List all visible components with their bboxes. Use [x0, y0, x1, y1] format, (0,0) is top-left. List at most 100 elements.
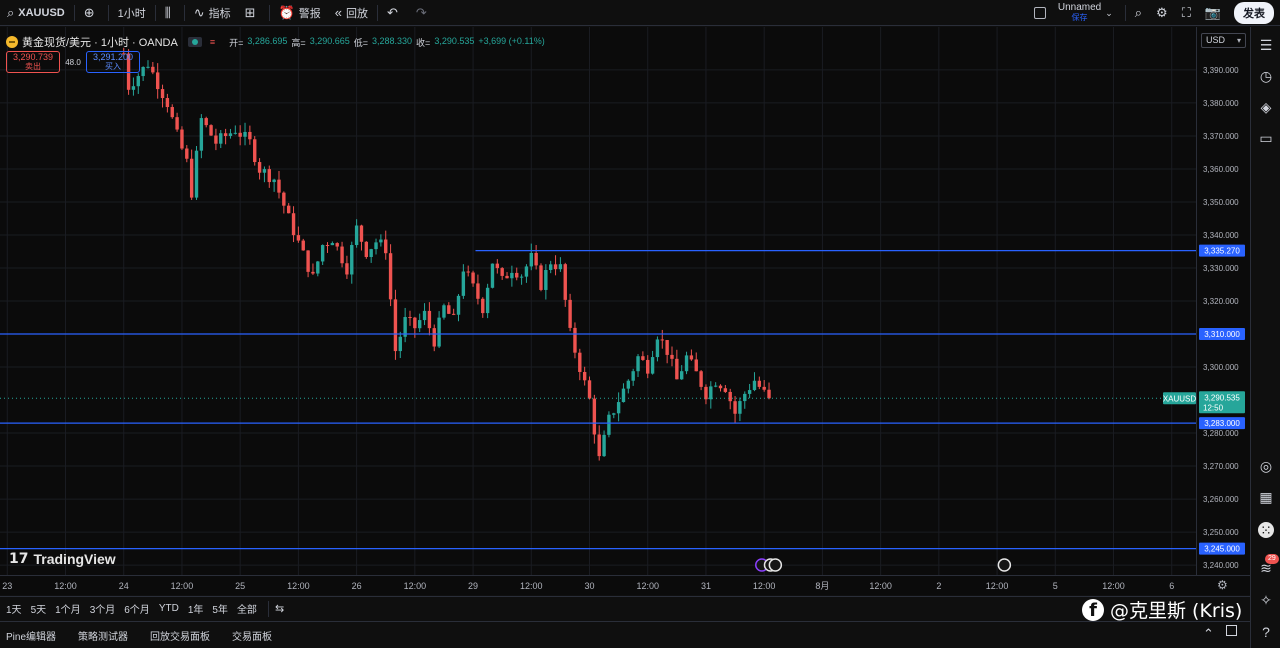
candle	[733, 396, 737, 423]
candle	[393, 289, 398, 360]
candle-body	[679, 371, 684, 380]
candle	[214, 128, 218, 151]
chat-icon[interactable]: ▭	[1258, 130, 1274, 146]
candle	[243, 122, 247, 146]
chevron-down-icon[interactable]: ⌄	[1105, 8, 1113, 19]
range-1y[interactable]: 1年	[188, 601, 204, 616]
chart-pane[interactable]: XAUUSD	[0, 27, 1196, 575]
visibility-toggle-icon[interactable]	[187, 37, 202, 47]
candle	[447, 302, 451, 315]
candle	[379, 234, 383, 247]
watchlist-icon[interactable]: ☰	[1258, 37, 1274, 53]
candle-body	[422, 310, 427, 321]
layout-checkbox[interactable]	[1033, 7, 1046, 19]
layers-icon[interactable]: ◈	[1258, 99, 1274, 115]
candle-body	[340, 246, 344, 264]
buy-label: 买入	[105, 62, 121, 71]
menu-icon[interactable]: ≡	[210, 37, 215, 47]
range-ytd[interactable]: YTD	[159, 603, 179, 614]
candle	[136, 73, 140, 94]
lightbulb-icon[interactable]: ✧	[1258, 592, 1274, 608]
buy-button[interactable]: 3,291.200 买入	[86, 51, 140, 73]
tab-pine-editor[interactable]: Pine编辑器	[6, 628, 56, 643]
candle	[762, 380, 766, 392]
symbol-search[interactable]: ⌕ XAUUSD	[0, 0, 72, 26]
alert-button[interactable]: ⏰ 警报	[272, 0, 328, 26]
range-3m[interactable]: 3个月	[90, 601, 116, 616]
redo-button[interactable]: ↷	[409, 0, 438, 26]
tv-logo-icon: 17	[9, 551, 29, 567]
range-1d[interactable]: 1天	[6, 601, 22, 616]
candle	[185, 145, 189, 163]
templates-button[interactable]: ⊞	[238, 0, 267, 26]
undo-button[interactable]: ↶	[380, 0, 409, 26]
fullscreen-icon[interactable]: ⛶	[1182, 5, 1191, 21]
settings-gear-icon[interactable]: ⚙	[1156, 5, 1168, 21]
price-tick-label: 3,280.000	[1203, 429, 1239, 438]
collapse-panel-icon[interactable]: ⌃	[1203, 626, 1214, 642]
alerts-clock-icon[interactable]: ◷	[1258, 68, 1274, 84]
range-5y[interactable]: 5年	[212, 601, 228, 616]
candle	[286, 203, 291, 214]
time-tick-label: 8月	[815, 581, 829, 591]
publish-button[interactable]: 发表	[1234, 2, 1274, 24]
rewind-icon: «	[334, 5, 342, 20]
sell-button[interactable]: 3,290.739 卖出	[6, 51, 60, 73]
calendar-icon[interactable]: ▦	[1258, 489, 1274, 505]
layout-menu[interactable]: Unnamed 保存	[1054, 3, 1105, 23]
range-5d[interactable]: 5天	[31, 601, 47, 616]
candle-body	[262, 169, 267, 173]
price-chart[interactable]: XAUUSD	[0, 27, 1196, 575]
economic-event-icon[interactable]	[768, 558, 783, 572]
candle-body	[568, 299, 572, 328]
candle-body	[553, 264, 558, 270]
chart-type-button[interactable]: ⫼	[158, 0, 182, 26]
toolbar-right: Unnamed 保存 ⌄ ⌕ ⚙ ⛶ 📷 发表	[1026, 0, 1280, 26]
candles	[122, 47, 771, 461]
range-all[interactable]: 全部	[237, 601, 257, 616]
quick-search-icon[interactable]: ⌕	[1135, 5, 1142, 21]
layout-name: Unnamed	[1057, 2, 1102, 13]
price-scale[interactable]: 3,390.000 3,380.000 3,370.000 3,360.000 3,35…	[1196, 27, 1250, 575]
candle	[597, 425, 601, 461]
target-icon[interactable]: ◎	[1258, 458, 1274, 474]
apps-grid-icon[interactable]: ⁙	[1258, 522, 1274, 538]
legend-title[interactable]: 黄金现货/美元 · 1小时 · OANDA	[22, 34, 178, 50]
candle-body	[534, 252, 538, 266]
time-scale[interactable]: 23 12:00 24 12:00 25 12:00 26 12:00 29 12:00 30 12:…	[0, 575, 1250, 595]
candle-body	[582, 371, 587, 381]
tab-trading-panel[interactable]: 交易面板	[232, 628, 272, 643]
currency-select[interactable]: USD ▾	[1201, 33, 1246, 48]
economic-event-icon[interactable]	[997, 558, 1012, 572]
maximize-panel-icon[interactable]	[1226, 625, 1237, 636]
range-1m[interactable]: 1个月	[55, 601, 81, 616]
candle	[364, 241, 369, 259]
watermark-text: @克里斯 (Kris)	[1110, 600, 1243, 622]
scale-settings-icon[interactable]: ⚙	[1217, 578, 1228, 592]
candle-body	[165, 98, 170, 108]
candle	[369, 248, 373, 263]
divider	[107, 4, 109, 21]
candle	[636, 354, 640, 378]
candle	[146, 60, 150, 69]
goto-date-icon[interactable]: ⇆	[275, 602, 284, 615]
range-6m[interactable]: 6个月	[124, 601, 150, 616]
camera-icon[interactable]: 📷	[1205, 5, 1221, 21]
price-tick-label: 3,300.000	[1203, 363, 1239, 372]
help-icon[interactable]: ?	[1258, 624, 1274, 640]
candle-body	[301, 240, 305, 251]
open-label: 开=	[229, 37, 244, 48]
tab-replay-trading[interactable]: 回放交易面板	[150, 628, 210, 643]
interval-button[interactable]: 1小时	[111, 0, 153, 26]
candle	[699, 370, 703, 391]
tab-strategy-tester[interactable]: 策略测试器	[78, 628, 128, 643]
redo-icon: ↷	[415, 4, 427, 20]
time-tick-label: 12:00	[636, 581, 659, 591]
tradingview-logo[interactable]: 17 TradingView	[9, 551, 116, 567]
candle-body	[738, 401, 742, 414]
compare-button[interactable]: ⊕	[77, 0, 106, 26]
replay-button[interactable]: « 回放	[328, 0, 375, 26]
sell-price: 3,290.739	[12, 52, 54, 62]
indicators-button[interactable]: ∿ 指标	[187, 0, 238, 26]
candle	[408, 310, 412, 326]
